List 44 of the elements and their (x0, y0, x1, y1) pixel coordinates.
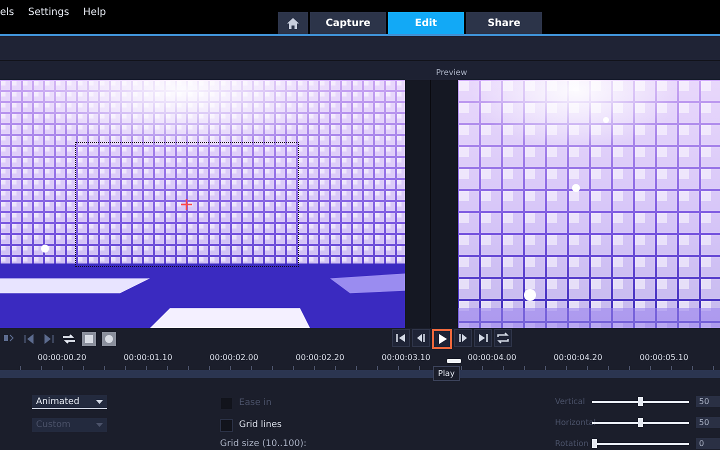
timecode: 00:00:02.20 (296, 352, 344, 364)
menu-item[interactable]: Settings (28, 7, 70, 18)
caret-icon (96, 400, 103, 404)
menu-item[interactable]: els (0, 7, 14, 18)
value-field[interactable]: 50 (696, 416, 720, 428)
skip-end-icon (476, 331, 490, 345)
timecode: 00:00:01.10 (124, 352, 172, 364)
checkbox-label: Ease in (239, 398, 272, 408)
slider-thumb[interactable] (592, 439, 597, 448)
selection-box[interactable] (75, 142, 299, 267)
checkbox[interactable] (220, 418, 234, 432)
play-button[interactable] (432, 329, 452, 349)
value-field[interactable]: 0 (696, 438, 720, 450)
tab[interactable]: Share (466, 12, 542, 34)
caret-icon (96, 422, 103, 426)
tooltip: Play (433, 366, 460, 381)
slider-label: Rotation (555, 439, 590, 448)
home-icon (287, 18, 299, 28)
preview-label: Preview (436, 68, 468, 79)
slider-thumb[interactable] (638, 396, 643, 406)
timecode: 00:00:02.00 (210, 352, 258, 364)
home-tab[interactable] (278, 12, 308, 34)
value-field[interactable]: 50 (696, 396, 720, 407)
dropdown[interactable]: Animated (32, 395, 107, 409)
repeat-button[interactable] (494, 329, 512, 347)
step-back-button[interactable] (412, 329, 430, 347)
timecode: 00:00:03.10 (382, 352, 430, 364)
timecode: 00:00:05.10 (640, 352, 688, 364)
slider-label: Vertical (555, 396, 586, 406)
checkbox-label: Grid lines (239, 420, 282, 430)
timecode: 00:00:00.20 (38, 352, 86, 364)
timecode: 00:00:04.00 (468, 352, 516, 364)
step-forward-button[interactable] (454, 329, 472, 347)
menu-item[interactable]: Help (83, 7, 106, 18)
repeat-icon (496, 331, 510, 345)
skip-start-button[interactable] (392, 329, 410, 347)
skip-end-button[interactable] (474, 329, 492, 347)
timecode: 00:00:04.20 (554, 352, 602, 364)
slider-thumb[interactable] (638, 418, 643, 427)
skip-start-icon (394, 331, 408, 345)
swap-arrows-icon[interactable] (62, 332, 76, 346)
crosshair-icon[interactable] (181, 199, 192, 210)
field-label: Grid size (10..100): (220, 439, 308, 449)
tab[interactable]: Capture (310, 12, 386, 34)
